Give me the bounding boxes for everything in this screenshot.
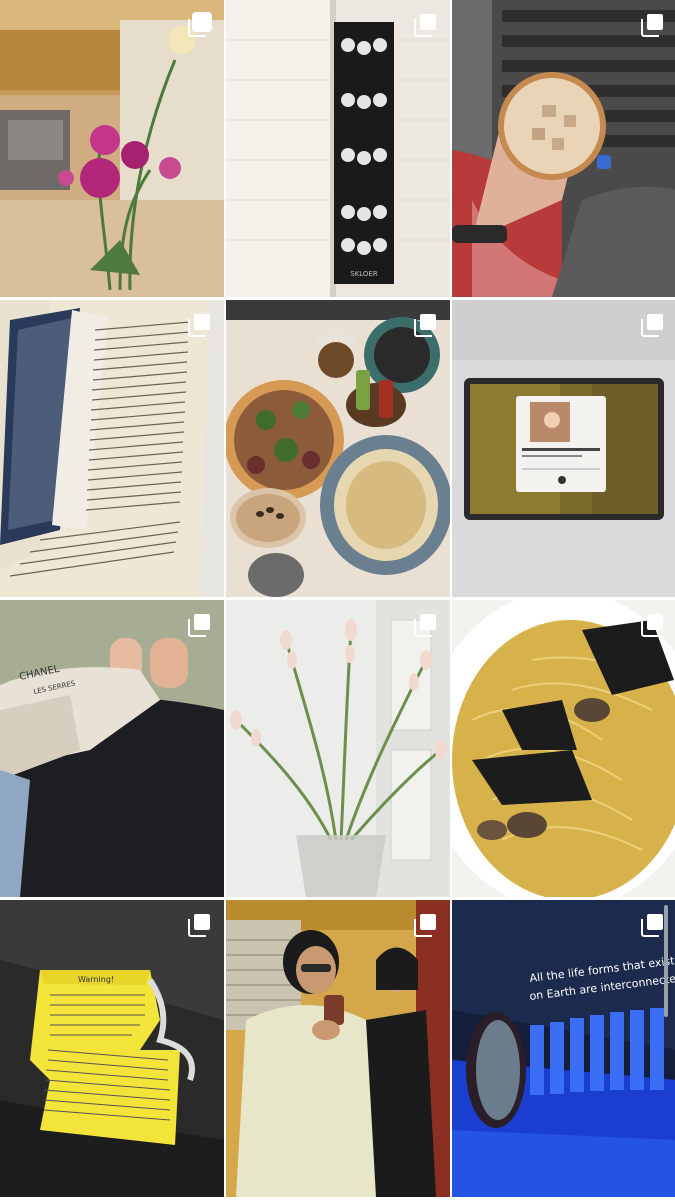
post-thumbnail-5[interactable] bbox=[226, 300, 450, 597]
warning-label-title: Warning! bbox=[78, 975, 114, 984]
post-image bbox=[226, 300, 450, 597]
carousel-stack-icon bbox=[187, 312, 213, 338]
post-image bbox=[0, 0, 224, 297]
post-thumbnail-8[interactable] bbox=[226, 600, 450, 897]
post-thumbnail-9[interactable] bbox=[452, 600, 675, 897]
post-thumbnail-6[interactable] bbox=[452, 300, 675, 597]
carousel-stack-icon bbox=[187, 912, 213, 938]
photo-strip-caption: SKLOER bbox=[350, 270, 378, 278]
post-image: All the life forms that exist on Earth a… bbox=[452, 900, 675, 1197]
post-thumbnail-10[interactable]: Warning! bbox=[0, 900, 224, 1197]
post-image bbox=[0, 300, 224, 597]
post-thumbnail-4[interactable] bbox=[0, 300, 224, 597]
post-image: CHANEL LES SERRES bbox=[0, 600, 224, 897]
post-image: Warning! bbox=[0, 900, 224, 1197]
carousel-stack-icon bbox=[640, 12, 666, 38]
post-thumbnail-3[interactable] bbox=[452, 0, 675, 297]
post-thumbnail-7[interactable]: CHANEL LES SERRES bbox=[0, 600, 224, 897]
carousel-stack-icon bbox=[413, 912, 439, 938]
post-image bbox=[226, 900, 450, 1197]
post-image bbox=[452, 0, 675, 297]
carousel-stack-icon bbox=[640, 912, 666, 938]
post-image bbox=[226, 600, 450, 897]
carousel-stack-icon bbox=[187, 12, 213, 38]
post-thumbnail-2[interactable]: SKLOER bbox=[226, 0, 450, 297]
carousel-stack-icon bbox=[413, 12, 439, 38]
post-thumbnail-1[interactable] bbox=[0, 0, 224, 297]
carousel-stack-icon bbox=[187, 612, 213, 638]
carousel-stack-icon bbox=[640, 312, 666, 338]
post-thumbnail-12[interactable]: All the life forms that exist on Earth a… bbox=[452, 900, 675, 1197]
carousel-stack-icon bbox=[413, 312, 439, 338]
post-thumbnail-11[interactable] bbox=[226, 900, 450, 1197]
profile-post-grid: SKLOER CHANEL LES SERRES Warning! All th… bbox=[0, 0, 675, 1200]
post-image: SKLOER bbox=[226, 0, 450, 297]
carousel-stack-icon bbox=[413, 612, 439, 638]
post-image bbox=[452, 600, 675, 897]
post-image bbox=[452, 300, 675, 597]
carousel-stack-icon bbox=[640, 612, 666, 638]
